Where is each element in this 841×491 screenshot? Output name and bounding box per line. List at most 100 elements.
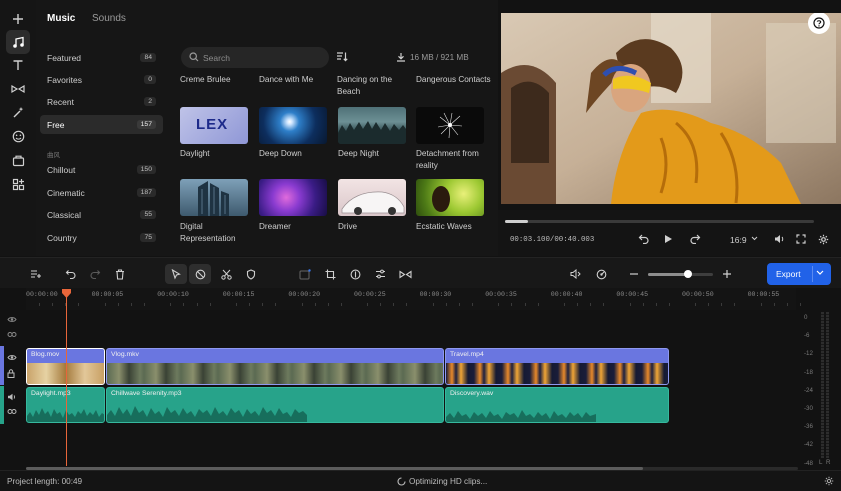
tab-music[interactable]: Music (47, 13, 75, 24)
video-track-marker (0, 346, 4, 385)
search-input[interactable] (203, 50, 323, 65)
track-title: Ecstatic Waves (416, 222, 472, 231)
forward-icon[interactable] (690, 233, 701, 244)
track-thumb-detachment[interactable] (416, 107, 484, 144)
ruler-minor-tick (340, 303, 342, 306)
zoom-out-icon[interactable] (624, 264, 644, 284)
eye-icon[interactable] (7, 316, 17, 323)
storage-usage: 16 MB / 921 MB (410, 53, 469, 62)
speaker-icon[interactable] (7, 393, 17, 401)
track-thumb-digital-representation[interactable] (180, 179, 248, 216)
redo-icon[interactable] (85, 264, 105, 284)
track-title: Digital Representation (180, 222, 236, 243)
search-box[interactable] (181, 47, 329, 68)
audio-track-marker (0, 386, 4, 424)
category-recent[interactable]: Recent 2 (40, 92, 163, 111)
settings-icon[interactable] (818, 234, 829, 245)
playback-progress[interactable] (505, 220, 814, 223)
track-title: Dancing on the Beach (337, 75, 393, 96)
add-icon[interactable] (6, 7, 30, 31)
spinner-icon (397, 477, 406, 486)
fullscreen-icon[interactable] (796, 234, 806, 244)
category-featured[interactable]: Featured 84 (40, 48, 163, 67)
audio-clip[interactable]: Discovery.wav (445, 387, 669, 423)
chevron-down-icon[interactable] (816, 270, 824, 276)
text-icon[interactable] (6, 53, 30, 77)
adjust-icon[interactable] (370, 264, 390, 284)
sort-icon[interactable] (336, 51, 348, 63)
effects-icon[interactable] (6, 100, 30, 124)
transition-icon[interactable] (6, 77, 30, 101)
settings-icon[interactable] (824, 476, 834, 486)
track-thumb-dreamer[interactable] (259, 179, 327, 216)
genre-chillout[interactable]: Chillout 150 (40, 160, 163, 179)
timeline-toolbar: Export (0, 257, 841, 288)
track-thumb-ecstatic-waves[interactable] (416, 179, 484, 216)
playhead[interactable] (62, 289, 71, 466)
select-tool-icon[interactable] (165, 264, 187, 284)
ruler-minor-tick (524, 303, 526, 306)
audio-clip[interactable]: Chillwave Serenity.mp3 (106, 387, 444, 423)
meter-label: -42 (804, 441, 813, 449)
track-thumb-deep-night[interactable] (338, 107, 406, 144)
ruler-minor-tick (563, 303, 565, 306)
delete-icon[interactable] (110, 264, 130, 284)
meter-label: -24 (804, 386, 813, 394)
genre-cinematic[interactable]: Cinematic 187 (40, 183, 163, 202)
category-count: 2 (144, 97, 156, 106)
ai-frame-icon[interactable] (295, 264, 315, 284)
video-preview[interactable] (501, 13, 841, 204)
aspect-ratio-select[interactable]: 16:9 (730, 235, 747, 245)
chevron-down-icon[interactable] (751, 236, 758, 241)
video-clip[interactable]: Vlog.mkv (106, 348, 444, 385)
video-clip[interactable]: Travel.mp4 (445, 348, 669, 385)
zoom-slider[interactable] (648, 270, 713, 278)
track-thumb-daylight[interactable]: LEX (180, 107, 248, 144)
ruler-minor-tick (800, 303, 802, 306)
transition-icon[interactable] (395, 264, 415, 284)
audio-level-meter: 0 -6 -12 -18 -24 -30 -36 -42 -48 L R (800, 310, 841, 470)
templates-icon[interactable] (6, 148, 30, 172)
ruler-minor-tick (117, 303, 119, 306)
undo-icon[interactable] (60, 264, 80, 284)
ruler-tick-label: 00:00:35 (485, 291, 517, 298)
ruler-minor-tick (275, 303, 277, 306)
volume-icon[interactable] (774, 234, 785, 244)
speed-icon[interactable] (345, 264, 365, 284)
lock-icon[interactable] (7, 369, 15, 378)
zoom-slider-handle[interactable] (684, 270, 692, 278)
export-button[interactable]: Export (767, 263, 831, 285)
category-label: Favorites (47, 74, 82, 85)
rewind-icon[interactable] (638, 233, 649, 244)
category-count: 157 (136, 120, 156, 129)
category-favorites[interactable]: Favorites 0 (40, 70, 163, 89)
ruler-minor-tick (196, 303, 198, 306)
link-icon[interactable] (7, 331, 17, 338)
tab-sounds[interactable]: Sounds (92, 13, 126, 24)
timeline-ruler[interactable]: 00:00:00 00:00:05 00:00:10 00:00:15 00:00:20… (26, 288, 802, 310)
track-thumb-drive[interactable] (338, 179, 406, 216)
category-free[interactable]: Free 157 (40, 115, 163, 134)
ruler-tick-label: 00:00:05 (91, 291, 124, 298)
genre-country[interactable]: Country 75 (40, 228, 163, 247)
audio-split-icon[interactable] (565, 264, 585, 284)
genre-classical[interactable]: Classical 55 (40, 205, 163, 224)
crop-icon[interactable] (320, 264, 340, 284)
add-track-icon[interactable] (26, 264, 46, 284)
music-icon[interactable] (6, 30, 30, 54)
snap-icon[interactable] (591, 264, 611, 284)
ruler-minor-tick (472, 303, 474, 306)
plugins-icon[interactable] (6, 172, 30, 196)
track-thumb-deep-down[interactable] (259, 107, 327, 144)
split-icon[interactable] (216, 264, 236, 284)
sticker-icon[interactable] (6, 124, 30, 148)
play-icon[interactable] (664, 234, 673, 244)
playhead-handle[interactable] (62, 289, 71, 298)
mask-icon[interactable] (241, 264, 261, 284)
disable-tool-icon[interactable] (189, 264, 211, 284)
ruler-minor-tick (367, 303, 369, 306)
eye-icon[interactable] (7, 354, 17, 361)
help-icon[interactable] (808, 13, 830, 34)
link-icon[interactable] (7, 408, 17, 415)
zoom-in-icon[interactable] (717, 264, 737, 284)
